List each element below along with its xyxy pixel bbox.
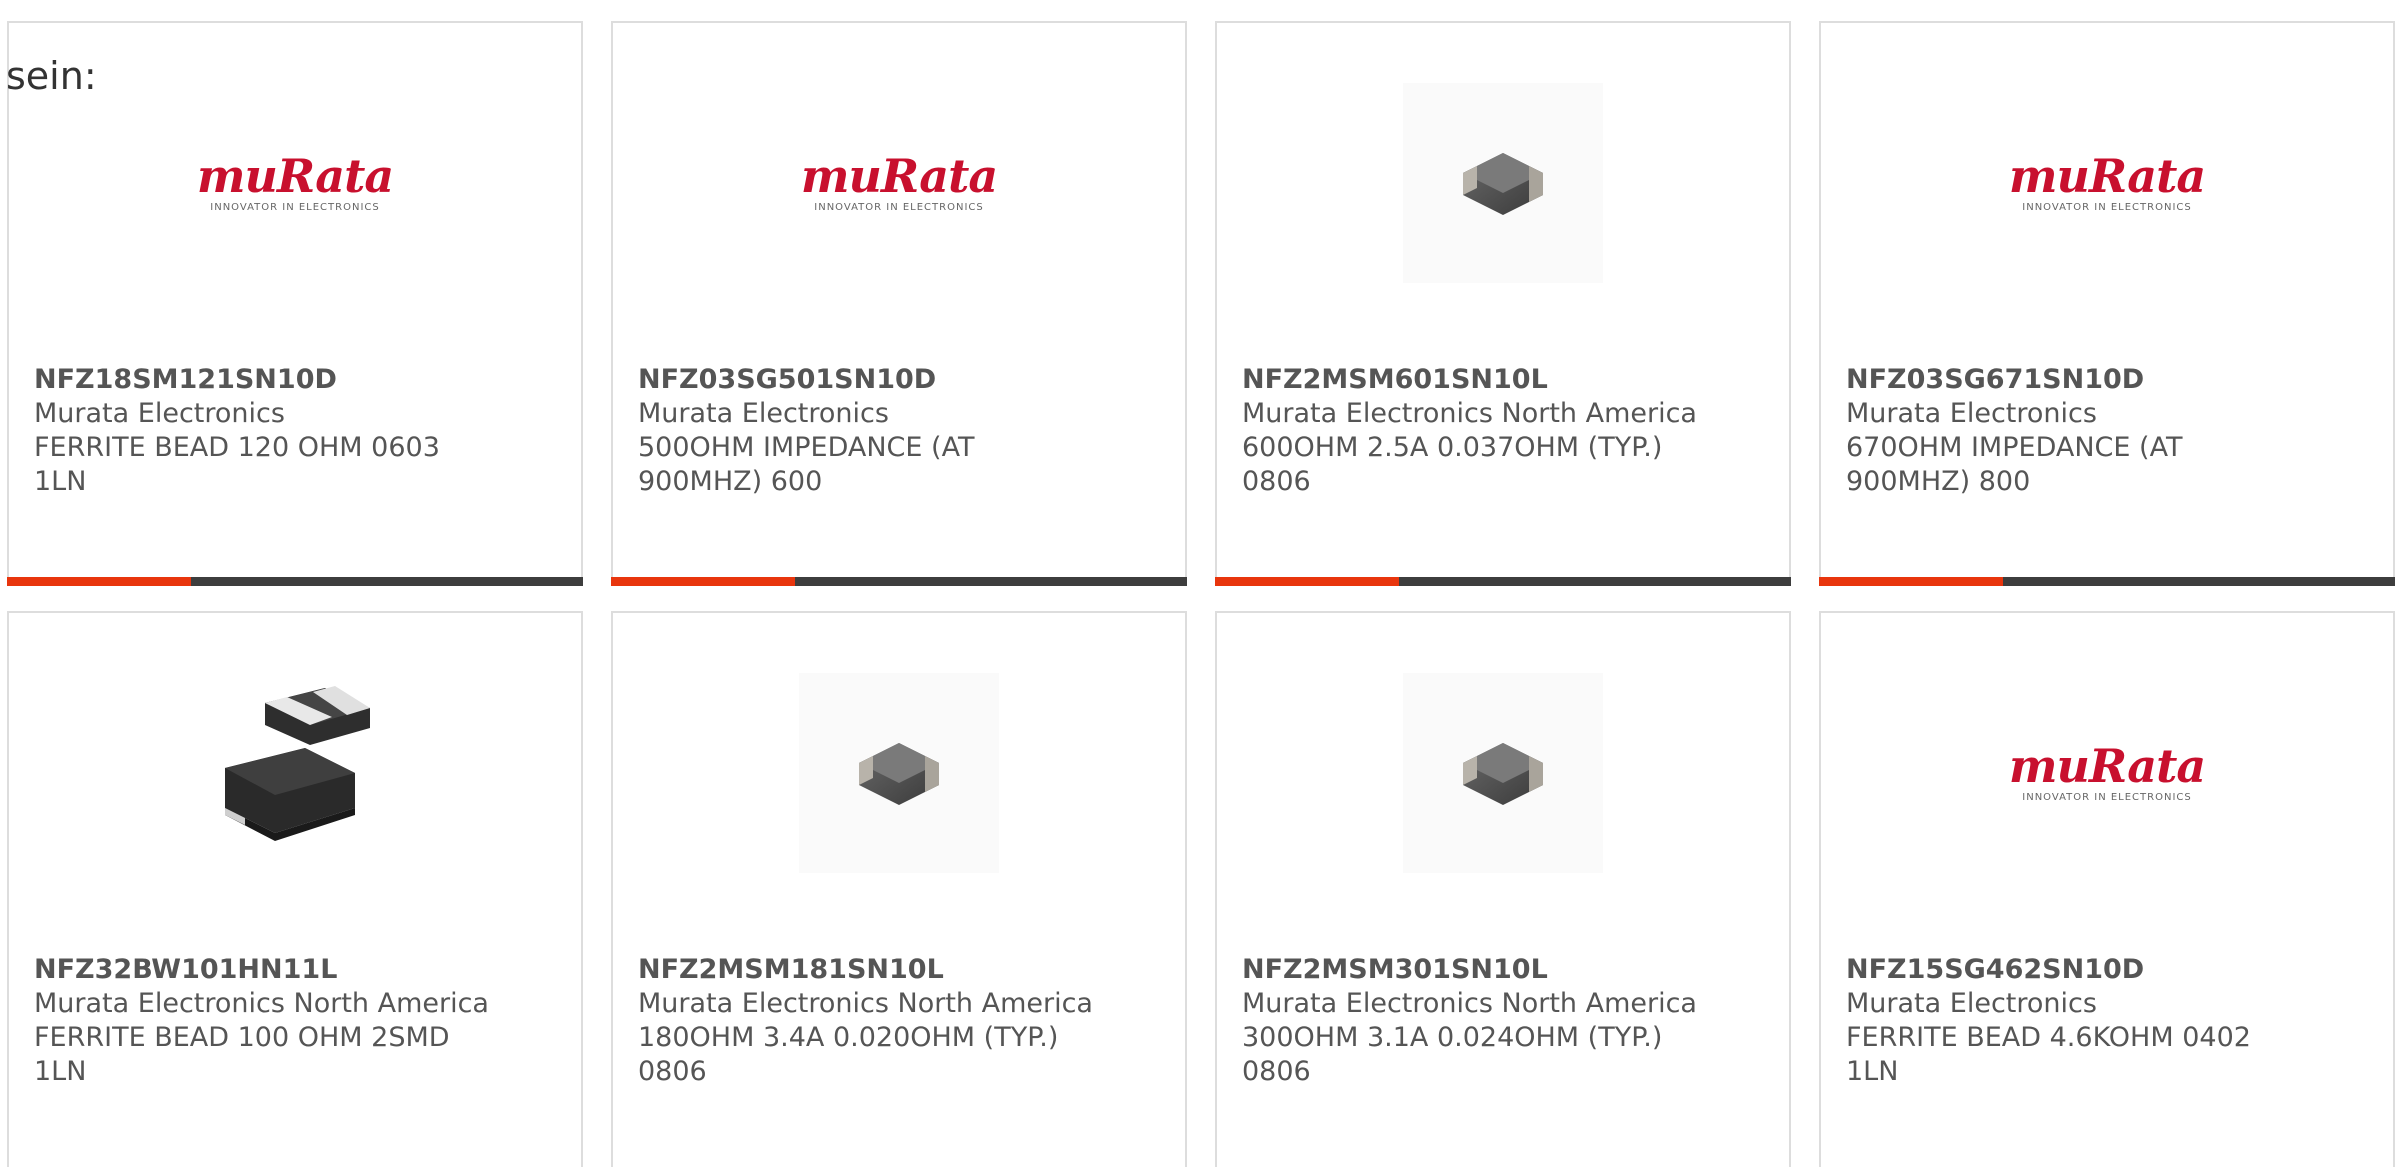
part-number[interactable]: NFZ18SM121SN10D xyxy=(34,363,554,397)
product-image: muRata INNOVATOR IN ELECTRONICS xyxy=(9,83,581,283)
logo-word: muRata xyxy=(2008,148,2206,203)
card-accent-bar xyxy=(7,577,583,586)
description-line-1: FERRITE BEAD 4.6KOHM 0402 xyxy=(1846,1022,2251,1053)
description-line-1: FERRITE BEAD 100 OHM 2SMD xyxy=(34,1022,450,1053)
product-info: NFZ03SG501SN10D Murata Electronics 500OH… xyxy=(638,363,1158,499)
product-card[interactable]: NFZ2MSM301SN10L Murata Electronics North… xyxy=(1215,611,1791,1167)
card-accent-bar xyxy=(1215,577,1791,586)
product-card[interactable]: muRata INNOVATOR IN ELECTRONICS NFZ03SG67… xyxy=(1819,21,2395,586)
manufacturer: Murata Electronics North America xyxy=(638,988,1093,1019)
part-number[interactable]: NFZ2MSM601SN10L xyxy=(1242,363,1762,397)
logo-tagline: INNOVATOR IN ELECTRONICS xyxy=(2022,201,2192,213)
part-number[interactable]: NFZ2MSM181SN10L xyxy=(638,953,1158,987)
murata-logo: muRata INNOVATOR IN ELECTRONICS xyxy=(799,148,999,213)
card-accent-segment xyxy=(7,577,191,586)
product-card[interactable]: muRata INNOVATOR IN ELECTRONICS NFZ03SG50… xyxy=(611,21,1187,586)
description-line-1: 180OHM 3.4A 0.020OHM (TYP.) xyxy=(638,1022,1059,1053)
product-card[interactable]: NFZ32BW101HN11L Murata Electronics North… xyxy=(7,611,583,1167)
manufacturer: Murata Electronics xyxy=(638,398,889,429)
product-image xyxy=(1217,673,1789,873)
logo-word: muRata xyxy=(2008,738,2206,793)
manufacturer: Murata Electronics xyxy=(34,398,285,429)
card-accent-segment xyxy=(611,577,795,586)
product-card[interactable]: NFZ2MSM181SN10L Murata Electronics North… xyxy=(611,611,1187,1167)
card-accent-segment xyxy=(1215,577,1399,586)
description-line-2: 0806 xyxy=(1242,466,1311,497)
card-accent-bar xyxy=(611,577,1187,586)
product-image xyxy=(613,673,1185,873)
description-line-1: FERRITE BEAD 120 OHM 0603 xyxy=(34,432,440,463)
product-info: NFZ2MSM301SN10L Murata Electronics North… xyxy=(1242,953,1762,1089)
product-card[interactable]: NFZ2MSM601SN10L Murata Electronics North… xyxy=(1215,21,1791,586)
product-image: muRata INNOVATOR IN ELECTRONICS xyxy=(1821,673,2393,873)
description-line-2: 0806 xyxy=(638,1056,707,1087)
product-info: NFZ2MSM601SN10L Murata Electronics North… xyxy=(1242,363,1762,499)
description-line-2: 900MHZ) 600 xyxy=(638,466,823,497)
description-line-2: 1LN xyxy=(1846,1056,1899,1087)
product-image xyxy=(1217,83,1789,283)
logo-word: muRata xyxy=(800,148,998,203)
product-info: NFZ15SG462SN10D Murata Electronics FERRI… xyxy=(1846,953,2366,1089)
chip-bead-photo xyxy=(1403,83,1603,283)
product-info: NFZ2MSM181SN10L Murata Electronics North… xyxy=(638,953,1158,1089)
product-grid-page: sein: muRata INNOVATOR IN ELECTRONICS NFZ… xyxy=(0,0,2400,1167)
product-info: NFZ03SG671SN10D Murata Electronics 670OH… xyxy=(1846,363,2366,499)
murata-logo: muRata INNOVATOR IN ELECTRONICS xyxy=(2007,738,2207,803)
murata-logo: muRata INNOVATOR IN ELECTRONICS xyxy=(195,148,395,213)
card-accent-segment xyxy=(1819,577,2003,586)
description-line-1: 500OHM IMPEDANCE (AT xyxy=(638,432,975,463)
manufacturer: Murata Electronics North America xyxy=(1242,988,1697,1019)
part-number[interactable]: NFZ32BW101HN11L xyxy=(34,953,554,987)
card-accent-bar xyxy=(1819,577,2395,586)
product-image xyxy=(9,673,581,873)
murata-logo: muRata INNOVATOR IN ELECTRONICS xyxy=(2007,148,2207,213)
description-line-2: 900MHZ) 800 xyxy=(1846,466,2031,497)
logo-tagline: INNOVATOR IN ELECTRONICS xyxy=(2022,791,2192,803)
part-number[interactable]: NFZ15SG462SN10D xyxy=(1846,953,2366,987)
intro-text: sein: xyxy=(6,54,97,98)
manufacturer: Murata Electronics xyxy=(1846,398,2097,429)
product-card[interactable]: muRata INNOVATOR IN ELECTRONICS NFZ15SG46… xyxy=(1819,611,2395,1167)
logo-word: muRata xyxy=(196,148,394,203)
chip-bead-icon xyxy=(1463,153,1543,215)
part-number[interactable]: NFZ03SG671SN10D xyxy=(1846,363,2366,397)
description-line-1: 670OHM IMPEDANCE (AT xyxy=(1846,432,2183,463)
product-card[interactable]: muRata INNOVATOR IN ELECTRONICS NFZ18SM12… xyxy=(7,21,583,586)
part-number[interactable]: NFZ2MSM301SN10L xyxy=(1242,953,1762,987)
logo-tagline: INNOVATOR IN ELECTRONICS xyxy=(210,201,380,213)
manufacturer: Murata Electronics North America xyxy=(34,988,489,1019)
chip-bead-photo xyxy=(1403,673,1603,873)
smd-inductor-icon xyxy=(225,686,370,841)
smd-inductor-photo xyxy=(195,673,395,873)
chip-bead-icon xyxy=(859,743,939,805)
description-line-2: 0806 xyxy=(1242,1056,1311,1087)
product-info: NFZ32BW101HN11L Murata Electronics North… xyxy=(34,953,554,1089)
product-image: muRata INNOVATOR IN ELECTRONICS xyxy=(1821,83,2393,283)
product-image: muRata INNOVATOR IN ELECTRONICS xyxy=(613,83,1185,283)
product-info: NFZ18SM121SN10D Murata Electronics FERRI… xyxy=(34,363,554,499)
description-line-1: 600OHM 2.5A 0.037OHM (TYP.) xyxy=(1242,432,1663,463)
chip-bead-icon xyxy=(1463,743,1543,805)
chip-bead-photo xyxy=(799,673,999,873)
manufacturer: Murata Electronics xyxy=(1846,988,2097,1019)
part-number[interactable]: NFZ03SG501SN10D xyxy=(638,363,1158,397)
logo-tagline: INNOVATOR IN ELECTRONICS xyxy=(814,201,984,213)
description-line-2: 1LN xyxy=(34,1056,87,1087)
description-line-2: 1LN xyxy=(34,466,87,497)
manufacturer: Murata Electronics North America xyxy=(1242,398,1697,429)
description-line-1: 300OHM 3.1A 0.024OHM (TYP.) xyxy=(1242,1022,1663,1053)
